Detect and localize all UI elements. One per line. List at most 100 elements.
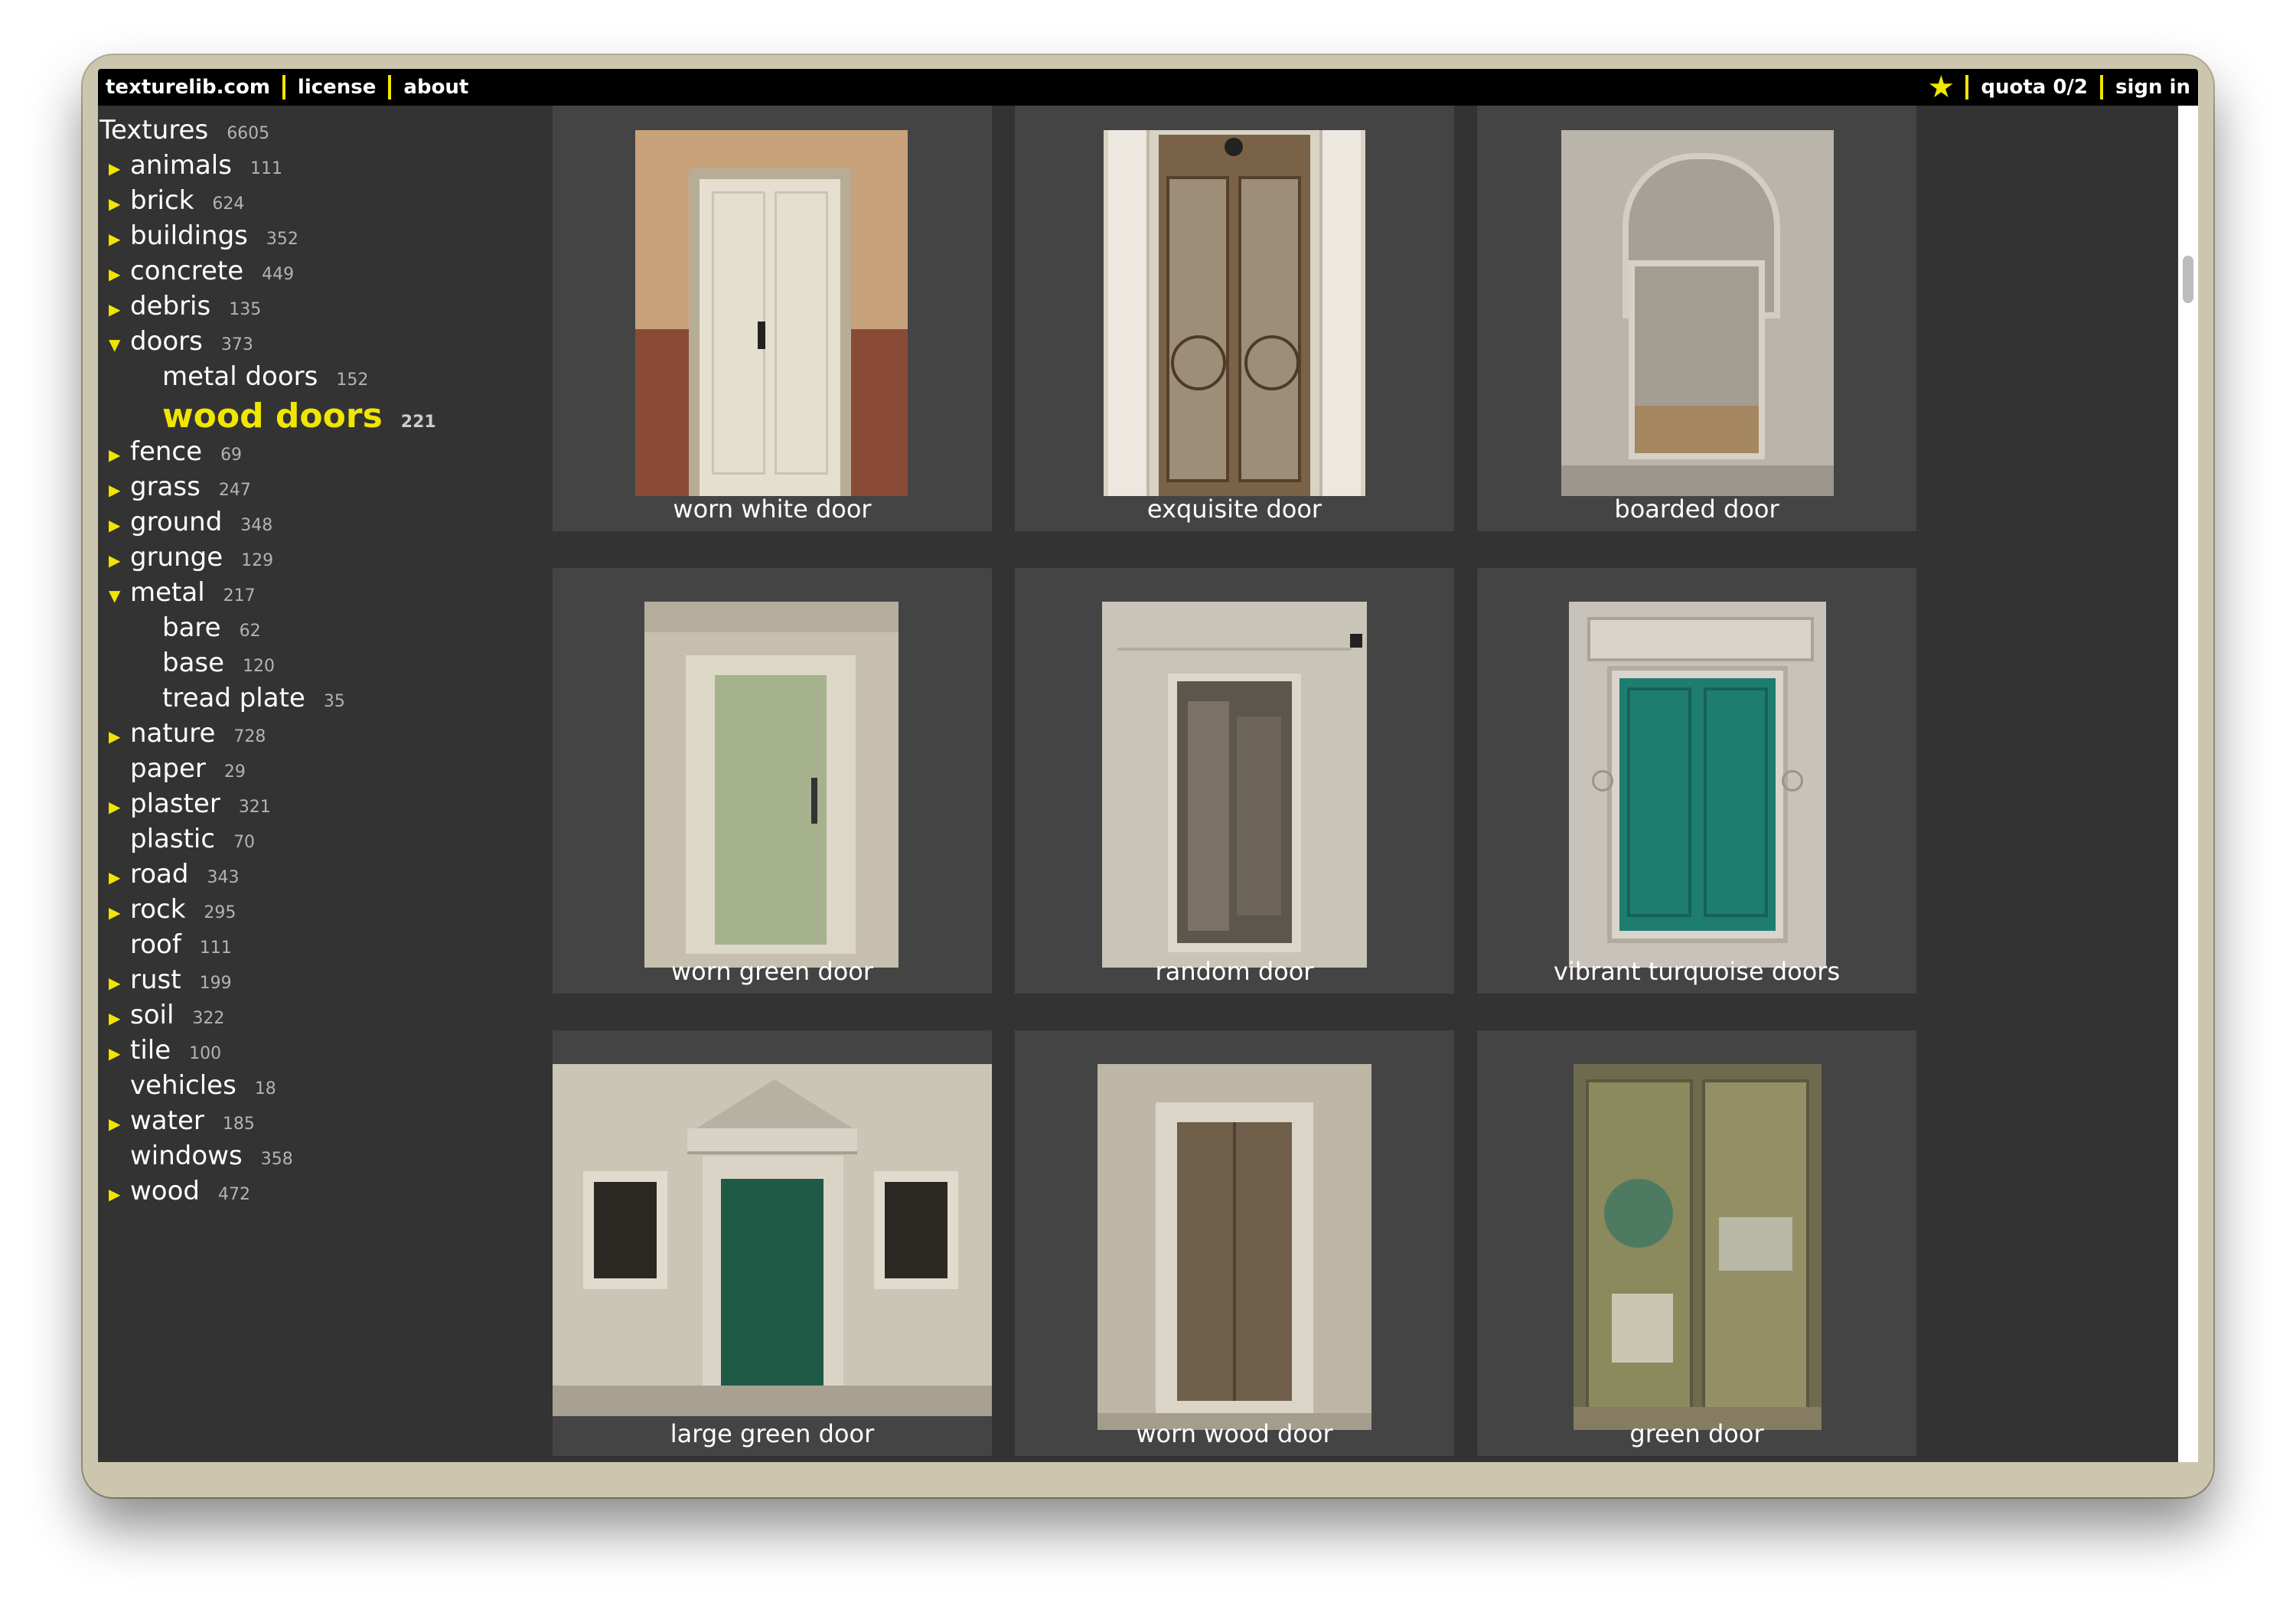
tree-item-grass[interactable]: ▶ grass 247 [98,472,550,507]
tree-root-textures[interactable]: Textures 6605 [98,115,550,150]
caret-right-icon[interactable]: ▶ [109,481,130,499]
texture-thumbnail[interactable] [635,130,908,496]
tree-item-count: 111 [199,938,232,958]
quota-link[interactable]: quota 0/2 [1981,77,2088,97]
caret-right-icon[interactable]: ▶ [109,798,130,816]
tree-item-nature[interactable]: ▶ nature 728 [98,718,550,753]
tree-item-buildings[interactable]: ▶ buildings 352 [98,220,550,256]
tree-subitem-tread-plate[interactable]: tread plate 35 [98,683,550,718]
tree-item-roof[interactable]: roof 111 [98,929,550,965]
tree-item-ground[interactable]: ▶ ground 348 [98,507,550,542]
caret-right-icon[interactable]: ▶ [109,516,130,534]
tree-item-rock[interactable]: ▶ rock 295 [98,894,550,929]
texture-title[interactable]: worn white door [553,495,992,524]
texture-thumbnail[interactable] [1104,130,1365,496]
tree-item-doors[interactable]: ▼ doors 373 [98,326,550,361]
texture-title[interactable]: random door [1015,957,1454,986]
tree-item-grunge[interactable]: ▶ grunge 129 [98,542,550,577]
caret-right-icon[interactable]: ▶ [109,1044,130,1063]
texture-title[interactable]: worn green door [553,957,992,986]
texture-thumbnail[interactable] [1574,1064,1821,1430]
texture-title[interactable]: boarded door [1477,495,1916,524]
tree-item-fence[interactable]: ▶ fence 69 [98,436,550,472]
app-area: Textures 6605 ▶ animals 111 ▶ brick 624 ▶ build… [98,106,2198,1462]
tree-item-soil[interactable]: ▶ soil 322 [98,1000,550,1035]
texture-thumbnail[interactable] [1569,602,1826,968]
caret-right-icon[interactable]: ▶ [109,230,130,248]
caret-right-icon[interactable]: ▶ [109,1009,130,1027]
tree-subitem-count: 35 [323,692,345,711]
caret-right-icon[interactable]: ▶ [109,903,130,922]
tree-item-brick[interactable]: ▶ brick 624 [98,185,550,220]
texture-card[interactable]: large green door [553,1030,992,1456]
tree-item-wood[interactable]: ▶ wood 472 [98,1176,550,1211]
tree-item-count: 217 [223,586,256,606]
tree-item-paper[interactable]: paper 29 [98,753,550,788]
about-link[interactable]: about [403,77,468,97]
caret-right-icon[interactable]: ▶ [109,1115,130,1133]
texture-thumbnail[interactable] [1561,130,1834,496]
caret-right-icon[interactable]: ▶ [109,446,130,464]
tree-item-rust[interactable]: ▶ rust 199 [98,965,550,1000]
texture-title[interactable]: exquisite door [1015,495,1454,524]
tree-item-vehicles[interactable]: vehicles 18 [98,1070,550,1105]
scrollbar-thumb[interactable] [2183,256,2193,303]
tree-item-plastic[interactable]: plastic 70 [98,824,550,859]
tree-item-tile[interactable]: ▶ tile 100 [98,1035,550,1070]
tree-subitem-metal-doors[interactable]: metal doors 152 [98,361,550,397]
caret-right-icon[interactable]: ▶ [109,265,130,283]
caret-down-icon[interactable]: ▼ [109,586,130,605]
tree-item-concrete[interactable]: ▶ concrete 449 [98,256,550,291]
texture-card[interactable]: worn green door [553,568,992,994]
caret-right-icon[interactable]: ▶ [109,1185,130,1203]
tree-item-label: rust [130,965,181,995]
texture-card[interactable]: vibrant turquoise doors [1477,568,1916,994]
tree-subitem-count: 152 [336,370,369,390]
tree-subitem-bare[interactable]: bare 62 [98,612,550,648]
caret-right-icon[interactable]: ▶ [109,974,130,992]
texture-card[interactable]: worn wood door [1015,1030,1454,1456]
texture-card[interactable]: exquisite door [1015,106,1454,531]
tree-item-label: debris [130,291,211,322]
tree-item-plaster[interactable]: ▶ plaster 321 [98,788,550,824]
caret-down-icon[interactable]: ▼ [109,335,130,354]
texture-thumbnail[interactable] [1102,602,1367,968]
tree-item-road[interactable]: ▶ road 343 [98,859,550,894]
star-icon[interactable] [1929,75,1953,98]
tree-item-animals[interactable]: ▶ animals 111 [98,150,550,185]
site-home-link[interactable]: texturelib.com [106,77,270,97]
texture-title[interactable]: vibrant turquoise doors [1477,957,1916,986]
caret-right-icon[interactable]: ▶ [109,159,130,178]
tree-item-windows[interactable]: windows 358 [98,1141,550,1176]
vertical-scrollbar[interactable] [2178,106,2198,1462]
texture-card[interactable]: worn white door [553,106,992,531]
tree-item-water[interactable]: ▶ water 185 [98,1105,550,1141]
texture-title[interactable]: large green door [553,1419,992,1448]
tree-item-label: grass [130,472,201,502]
caret-right-icon[interactable]: ▶ [109,551,130,570]
texture-title[interactable]: worn wood door [1015,1419,1454,1448]
tree-subitem-label: wood doors [162,397,383,436]
texture-card[interactable]: random door [1015,568,1454,994]
tree-subitem-base[interactable]: base 120 [98,648,550,683]
nav-left: texturelib.com license about [98,69,468,106]
texture-thumbnail[interactable] [553,1064,992,1416]
tree-item-label: tile [130,1035,171,1066]
tree-item-count: 135 [229,300,262,319]
tree-item-count: 624 [212,194,245,214]
texture-title[interactable]: green door [1477,1419,1916,1448]
sign-in-link[interactable]: sign in [2115,77,2190,97]
texture-thumbnail[interactable] [1097,1064,1371,1430]
texture-card[interactable]: boarded door [1477,106,1916,531]
license-link[interactable]: license [298,77,377,97]
tree-item-debris[interactable]: ▶ debris 135 [98,291,550,326]
tree-subitem-wood-doors[interactable]: wood doors 221 [98,397,550,436]
texture-card[interactable]: green door [1477,1030,1916,1456]
tree-item-metal[interactable]: ▼ metal 217 [98,577,550,612]
caret-right-icon[interactable]: ▶ [109,727,130,746]
caret-right-icon[interactable]: ▶ [109,300,130,318]
caret-right-icon[interactable]: ▶ [109,868,130,886]
tree-item-count: 373 [220,335,253,354]
texture-thumbnail[interactable] [644,602,899,968]
caret-right-icon[interactable]: ▶ [109,194,130,213]
